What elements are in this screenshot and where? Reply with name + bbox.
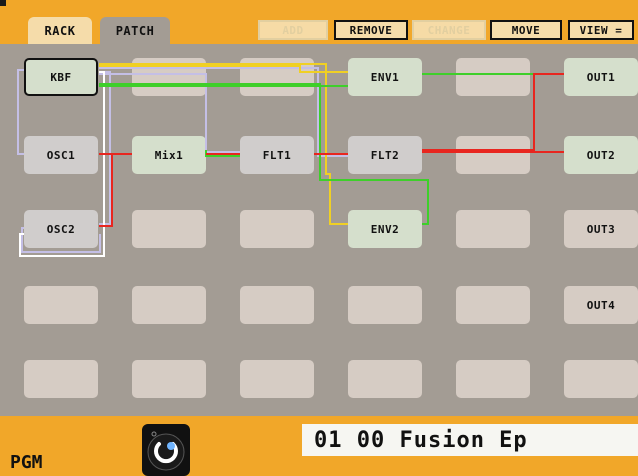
module-out3[interactable]: OUT3: [564, 210, 638, 248]
module-out2[interactable]: OUT2: [564, 136, 638, 174]
empty-slot[interactable]: [348, 286, 422, 324]
module-osc1[interactable]: OSC1: [24, 136, 98, 174]
empty-slot[interactable]: [456, 360, 530, 398]
move-button[interactable]: MOVE: [490, 20, 562, 40]
module-out4[interactable]: OUT4: [564, 286, 638, 324]
module-mix1[interactable]: Mix1: [132, 136, 206, 174]
change-button[interactable]: CHANGE: [412, 20, 486, 40]
module-env2[interactable]: ENV2: [348, 210, 422, 248]
rotary-knob-icon[interactable]: [142, 424, 190, 476]
tab-patch[interactable]: PATCH: [100, 17, 170, 44]
empty-slot[interactable]: [240, 286, 314, 324]
empty-slot[interactable]: [24, 360, 98, 398]
empty-slot[interactable]: [456, 210, 530, 248]
top-bar: RACK PATCH ADD REMOVE CHANGE MOVE VIEW =: [0, 0, 638, 44]
patch-cable: [99, 71, 111, 225]
empty-slot[interactable]: [456, 136, 530, 174]
empty-slot[interactable]: [132, 286, 206, 324]
empty-slot[interactable]: [24, 286, 98, 324]
tab-rack[interactable]: RACK: [28, 17, 92, 44]
empty-slot[interactable]: [456, 58, 530, 96]
patch-cable: [205, 150, 240, 157]
module-out1[interactable]: OUT1: [564, 58, 638, 96]
empty-slot[interactable]: [348, 360, 422, 398]
program-name-display: 01 00 Fusion Ep: [302, 424, 638, 456]
module-env1[interactable]: ENV1: [348, 58, 422, 96]
corner-notch: [0, 0, 6, 6]
empty-slot[interactable]: [132, 58, 206, 96]
view-button[interactable]: VIEW =: [568, 20, 634, 40]
empty-slot[interactable]: [132, 210, 206, 248]
mode-label: PGM: [10, 452, 43, 473]
empty-slot[interactable]: [240, 58, 314, 96]
module-kbf[interactable]: KBF: [24, 58, 98, 96]
module-osc2[interactable]: OSC2: [24, 210, 98, 248]
module-flt1[interactable]: FLT1: [240, 136, 314, 174]
module-flt2[interactable]: FLT2: [348, 136, 422, 174]
empty-slot[interactable]: [456, 286, 530, 324]
empty-slot[interactable]: [132, 360, 206, 398]
patch-grid: KBF ENV1 OUT1 OSC1 Mix1 FLT1 FLT2 OUT2 O…: [0, 44, 638, 416]
knob-graphic: [147, 431, 185, 471]
empty-slot[interactable]: [240, 360, 314, 398]
empty-slot[interactable]: [564, 360, 638, 398]
remove-button[interactable]: REMOVE: [334, 20, 408, 40]
empty-slot[interactable]: [240, 210, 314, 248]
add-button[interactable]: ADD: [258, 20, 328, 40]
patch-cable: [99, 153, 132, 227]
